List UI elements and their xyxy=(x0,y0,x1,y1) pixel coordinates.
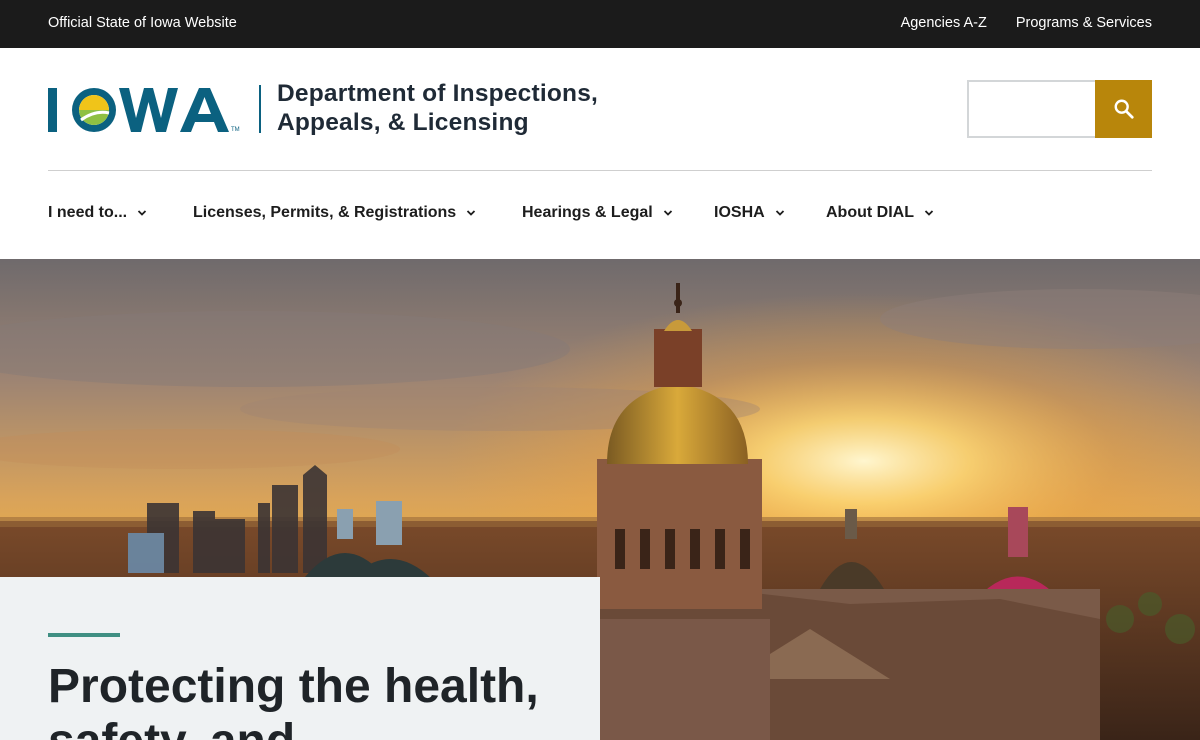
chevron-down-icon xyxy=(466,208,476,218)
nav-item-licenses[interactable]: Licenses, Permits, & Registrations xyxy=(193,204,522,222)
nav-item-about-dial[interactable]: About DIAL xyxy=(826,204,934,222)
iowa-logo-graphic: TM xyxy=(48,88,240,133)
nav-item-label: I need to... xyxy=(48,204,128,221)
department-name-line2: Appeals, & Licensing xyxy=(277,109,529,136)
programs-services-link[interactable]: Programs & Services xyxy=(1016,15,1152,31)
svg-text:TM: TM xyxy=(231,127,240,133)
logo-divider xyxy=(259,85,261,133)
agencies-a-z-link[interactable]: Agencies A-Z xyxy=(901,15,987,31)
accent-line xyxy=(48,633,120,637)
nav-item-label: About DIAL xyxy=(826,204,914,221)
nav-item-i-need-to[interactable]: I need to... xyxy=(48,204,193,222)
nav-item-label: Hearings & Legal xyxy=(522,204,653,221)
hero-headline: Protecting the health, safety, and xyxy=(48,660,539,740)
nav-item-hearings-legal[interactable]: Hearings & Legal xyxy=(522,204,714,222)
main-nav: I need to... Licenses, Permits, & Regist… xyxy=(48,204,934,222)
search-input[interactable] xyxy=(967,80,1095,138)
utility-links: Agencies A-Z Programs & Services xyxy=(901,15,1152,31)
hero-text-card: Protecting the health, safety, and xyxy=(0,577,600,740)
header-divider xyxy=(48,170,1152,171)
search-button[interactable] xyxy=(1095,80,1152,138)
chevron-down-icon xyxy=(775,208,785,218)
utility-bar: Official State of Iowa Website Agencies … xyxy=(0,0,1200,48)
search-icon xyxy=(1114,99,1134,119)
nav-item-label: Licenses, Permits, & Registrations xyxy=(193,204,457,221)
department-name-line1: Department of Inspections, xyxy=(277,80,599,107)
chevron-down-icon xyxy=(663,208,673,218)
nav-item-iosha[interactable]: IOSHA xyxy=(714,204,826,222)
chevron-down-icon xyxy=(137,208,147,218)
nav-item-label: IOSHA xyxy=(714,204,765,221)
official-site-label: Official State of Iowa Website xyxy=(48,15,237,31)
site-search xyxy=(967,80,1152,138)
chevron-down-icon xyxy=(924,208,934,218)
department-name[interactable]: Department of Inspections, Appeals, & Li… xyxy=(277,79,598,137)
iowa-logo[interactable]: TM xyxy=(47,80,249,138)
